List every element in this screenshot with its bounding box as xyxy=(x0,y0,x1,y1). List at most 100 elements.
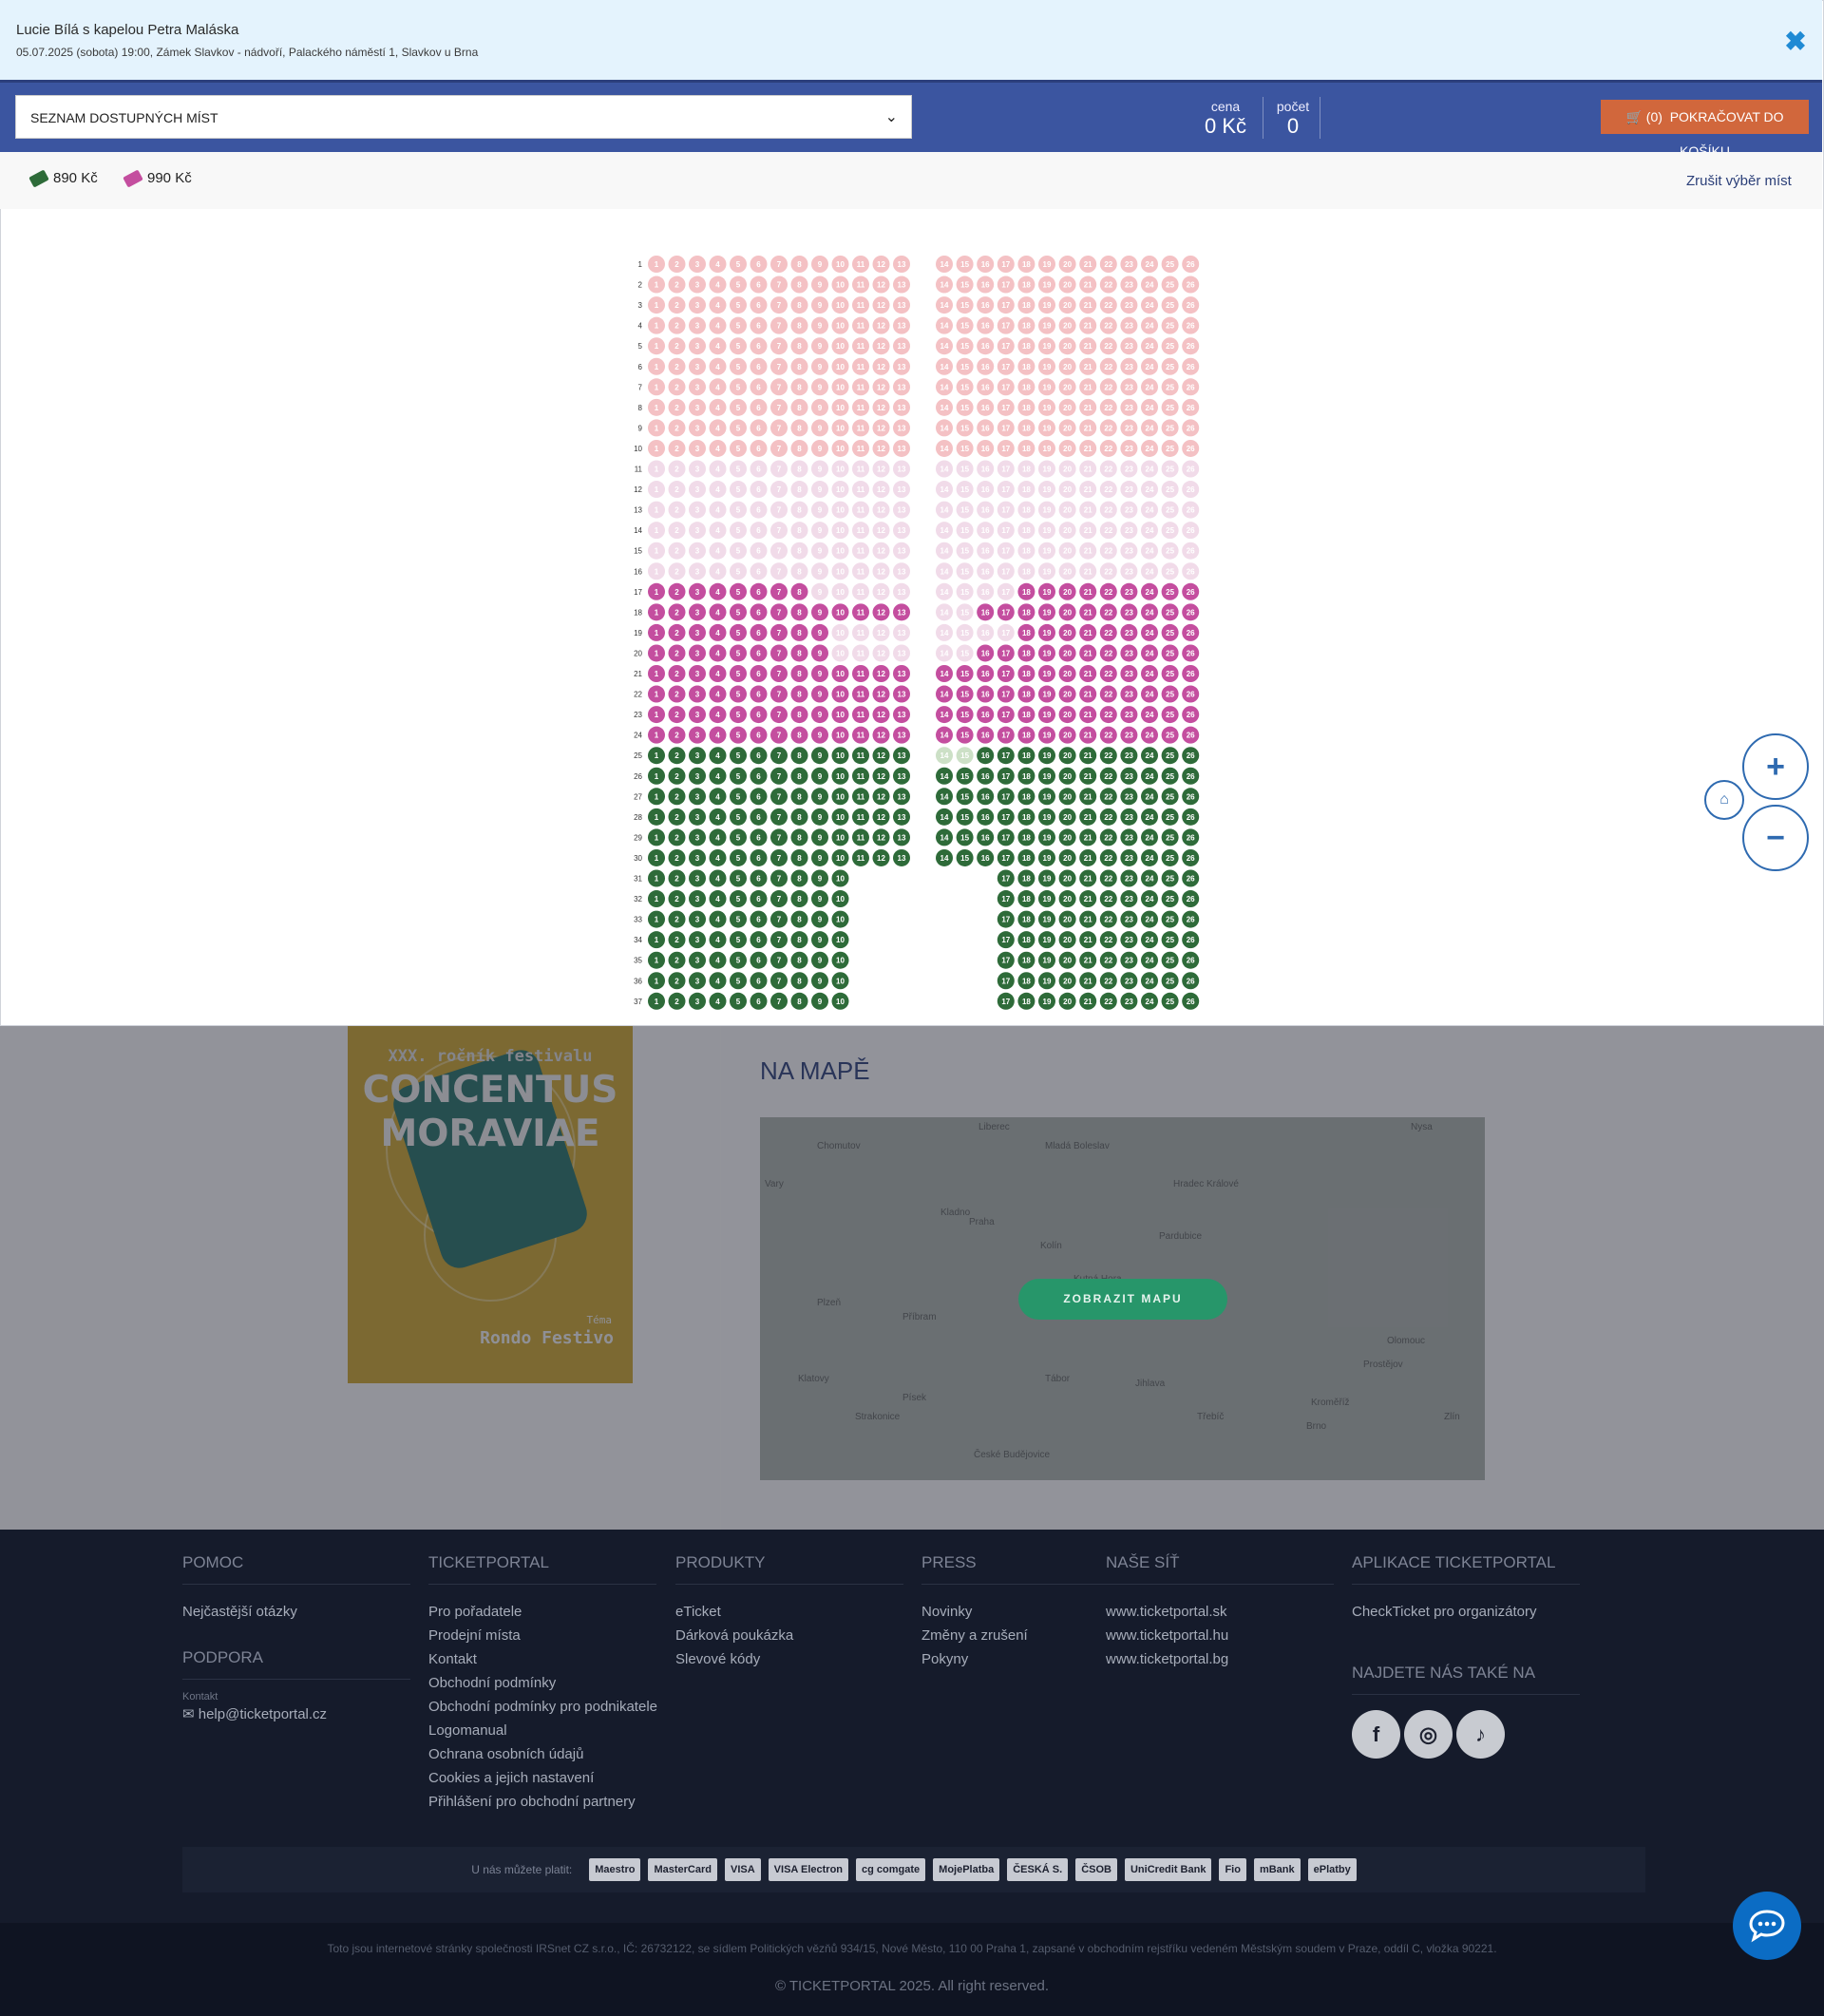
seat[interactable]: 23 xyxy=(1120,869,1138,887)
seat[interactable]: 21 xyxy=(1079,767,1097,785)
seat[interactable]: 3 xyxy=(689,931,706,949)
seat[interactable]: 21 xyxy=(1079,890,1097,908)
seat[interactable]: 6 xyxy=(750,623,768,641)
seat[interactable]: 17 xyxy=(997,665,1015,682)
seat[interactable]: 7 xyxy=(770,788,788,806)
seat[interactable]: 7 xyxy=(770,706,788,724)
seat[interactable]: 7 xyxy=(770,828,788,846)
seat[interactable]: 13 xyxy=(893,808,910,826)
footer-link[interactable]: Obchodní podmínky xyxy=(428,1671,657,1695)
seat[interactable]: 21 xyxy=(1079,910,1097,928)
seat[interactable]: 17 xyxy=(997,706,1015,724)
seat[interactable]: 4 xyxy=(709,951,727,969)
seat[interactable]: 23 xyxy=(1120,747,1138,765)
seat[interactable]: 3 xyxy=(689,910,706,928)
seat[interactable]: 9 xyxy=(811,972,828,990)
seat[interactable]: 2 xyxy=(668,582,686,600)
seat[interactable]: 7 xyxy=(770,623,788,641)
tiktok-icon[interactable]: ♪ xyxy=(1456,1710,1505,1759)
seat[interactable]: 5 xyxy=(730,992,747,1010)
seat[interactable]: 17 xyxy=(997,931,1015,949)
seat[interactable]: 18 xyxy=(1017,910,1036,928)
seat[interactable]: 6 xyxy=(750,972,768,990)
seat[interactable]: 23 xyxy=(1120,951,1138,969)
seat[interactable]: 4 xyxy=(709,972,727,990)
seat[interactable]: 24 xyxy=(1141,869,1158,887)
seat[interactable]: 20 xyxy=(1058,992,1076,1010)
seat[interactable]: 4 xyxy=(709,910,727,928)
seat[interactable]: 22 xyxy=(1099,665,1117,682)
seat[interactable]: 19 xyxy=(1038,828,1055,846)
seat[interactable]: 22 xyxy=(1099,808,1117,826)
seat[interactable]: 15 xyxy=(956,828,974,846)
seat[interactable]: 20 xyxy=(1058,788,1076,806)
seat[interactable]: 23 xyxy=(1120,890,1138,908)
seat[interactable]: 3 xyxy=(689,951,706,969)
seat[interactable]: 22 xyxy=(1099,582,1117,600)
footer-link[interactable]: Ochrana osobních údajů xyxy=(428,1742,657,1766)
seat[interactable]: 25 xyxy=(1161,869,1179,887)
seat[interactable]: 23 xyxy=(1120,992,1138,1010)
seat[interactable]: 24 xyxy=(1141,665,1158,682)
seat[interactable]: 6 xyxy=(750,869,768,887)
seat[interactable]: 18 xyxy=(1017,931,1036,949)
footer-link[interactable]: Slevové kódy xyxy=(675,1647,903,1671)
seat[interactable]: 25 xyxy=(1161,788,1179,806)
seat[interactable]: 19 xyxy=(1038,685,1055,703)
seat[interactable]: 17 xyxy=(997,951,1015,969)
seat[interactable]: 21 xyxy=(1079,828,1097,846)
seat[interactable]: 23 xyxy=(1120,808,1138,826)
seat[interactable]: 3 xyxy=(689,685,706,703)
seat[interactable]: 9 xyxy=(811,603,828,621)
seat[interactable]: 19 xyxy=(1038,582,1055,600)
seat[interactable]: 26 xyxy=(1182,951,1200,969)
seat[interactable]: 23 xyxy=(1120,623,1138,641)
seat[interactable]: 26 xyxy=(1182,808,1200,826)
seat[interactable]: 21 xyxy=(1079,972,1097,990)
seat[interactable]: 20 xyxy=(1058,869,1076,887)
seat[interactable]: 20 xyxy=(1058,726,1076,744)
seat[interactable]: 8 xyxy=(790,788,808,806)
seat[interactable]: 13 xyxy=(893,665,910,682)
seat[interactable]: 15 xyxy=(956,767,974,785)
seat[interactable]: 23 xyxy=(1120,910,1138,928)
seat[interactable]: 17 xyxy=(997,828,1015,846)
seat[interactable]: 23 xyxy=(1120,726,1138,744)
seat[interactable]: 5 xyxy=(730,644,747,662)
seat[interactable]: 7 xyxy=(770,747,788,765)
seat[interactable]: 4 xyxy=(709,726,727,744)
seat[interactable]: 5 xyxy=(730,623,747,641)
seat[interactable]: 23 xyxy=(1120,788,1138,806)
seat[interactable]: 1 xyxy=(648,706,665,724)
seat[interactable]: 5 xyxy=(730,931,747,949)
seat[interactable]: 26 xyxy=(1182,972,1200,990)
seat[interactable]: 4 xyxy=(709,767,727,785)
seat[interactable]: 25 xyxy=(1161,848,1179,866)
seat[interactable]: 6 xyxy=(750,582,768,600)
seat[interactable]: 17 xyxy=(997,890,1015,908)
seat[interactable]: 9 xyxy=(811,747,828,765)
seat[interactable]: 2 xyxy=(668,848,686,866)
seat[interactable]: 2 xyxy=(668,890,686,908)
seat[interactable]: 4 xyxy=(709,665,727,682)
seat[interactable]: 13 xyxy=(893,603,910,621)
seat[interactable]: 6 xyxy=(750,828,768,846)
seat[interactable]: 20 xyxy=(1058,623,1076,641)
seat[interactable]: 9 xyxy=(811,992,828,1010)
seat[interactable]: 10 xyxy=(831,869,849,887)
seat[interactable]: 21 xyxy=(1079,644,1097,662)
seat[interactable]: 12 xyxy=(872,747,890,765)
seat[interactable]: 24 xyxy=(1141,828,1158,846)
seat[interactable]: 22 xyxy=(1099,890,1117,908)
seat[interactable]: 19 xyxy=(1038,747,1055,765)
seat[interactable]: 10 xyxy=(831,992,849,1010)
seat[interactable]: 8 xyxy=(790,623,808,641)
seat[interactable]: 7 xyxy=(770,726,788,744)
seat[interactable]: 3 xyxy=(689,848,706,866)
seat[interactable]: 2 xyxy=(668,910,686,928)
seat[interactable]: 8 xyxy=(790,808,808,826)
seat[interactable]: 3 xyxy=(689,992,706,1010)
seat[interactable]: 24 xyxy=(1141,603,1158,621)
seat[interactable]: 26 xyxy=(1182,910,1200,928)
seat[interactable]: 12 xyxy=(872,767,890,785)
